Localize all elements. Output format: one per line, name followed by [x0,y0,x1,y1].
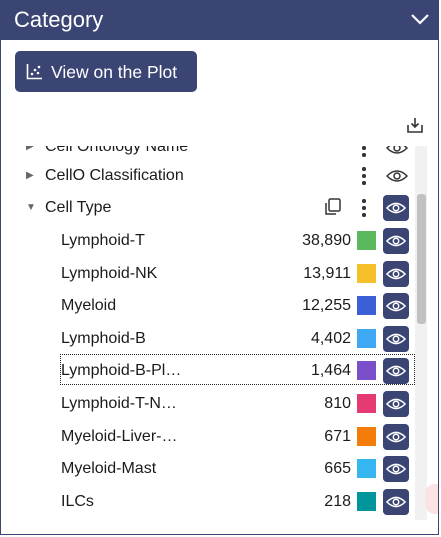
eye-icon [386,463,406,475]
eye-icon [386,366,406,377]
category-item-label: Lymphoid-T-N… [61,395,177,412]
eye-icon [386,398,406,410]
more-options-icon[interactable] [362,146,366,157]
eye-icon [386,268,406,279]
eye-icon[interactable] [386,168,408,184]
tree-group-label: Cell Type [45,199,112,216]
caret-down-icon[interactable]: ▼ [26,202,36,213]
visibility-toggle-button[interactable] [383,358,409,385]
eye-icon [386,496,406,508]
eye-icon [386,431,406,442]
category-item-count: 12,255 [302,297,351,315]
category-item-row[interactable]: Lymphoid-B-Pl… 1,464 [1,355,415,387]
eye-icon[interactable] [386,146,408,156]
tree-group-row[interactable]: ▼ Cell Type [1,192,415,224]
category-panel: Category View on the Plot ▶ Cell Ontolog… [0,0,439,535]
category-item-row[interactable]: Lymphoid-T-N… 810 [1,388,415,420]
visibility-toggle-button[interactable] [383,260,409,287]
category-item-row[interactable]: Lymphoid-T 38,890 [1,225,415,257]
eye-icon [386,235,406,247]
category-item-row[interactable]: Lymphoid-B 4,402 [1,323,415,355]
eye-icon [386,300,406,312]
category-item-label: Myeloid-Liver-… [61,427,178,445]
color-swatch[interactable] [357,426,376,446]
visibility-toggle-button[interactable] [383,423,409,450]
visibility-toggle-button[interactable] [383,488,409,515]
category-item-label: ILCs [61,492,94,510]
download-icon[interactable] [406,116,424,134]
more-options-icon[interactable] [362,199,366,217]
category-item-count: 218 [324,492,351,510]
color-swatch[interactable] [357,231,376,250]
category-item-count: 665 [324,460,351,478]
category-item-count: 671 [324,427,351,445]
category-item-count: 1,464 [310,362,351,380]
scrollbar-thumb[interactable] [417,194,426,324]
color-swatch[interactable] [357,263,376,283]
color-swatch[interactable] [357,296,376,316]
category-item-row[interactable]: ILCs 218 [1,486,415,518]
category-item-count: 38,890 [302,232,351,249]
panel-header[interactable]: Category [1,0,438,40]
category-tree: ▶ Cell Ontology Name ▶ CellO Classificat… [1,146,415,520]
visibility-toggle-button[interactable] [383,195,409,221]
category-item-row[interactable]: Lymphoid-NK 13,911 [1,258,415,290]
tree-group-label: Cell Ontology Name [45,146,189,155]
caret-right-icon[interactable]: ▶ [26,146,34,152]
visibility-toggle-button[interactable] [383,391,409,417]
visibility-toggle-button[interactable] [383,456,409,483]
category-item-label: Lymphoid-B [61,329,146,347]
tree-group-label: CellO Classification [45,167,184,184]
category-item-label: Lymphoid-T [61,232,145,249]
color-swatch[interactable] [357,361,376,381]
category-item-row[interactable]: Myeloid 12,255 [1,290,415,322]
caret-right-icon[interactable]: ▶ [26,170,34,181]
copy-icon[interactable] [323,197,343,217]
category-item-row[interactable]: Myeloid-Liver-… 671 [1,421,415,453]
color-swatch[interactable] [357,459,376,479]
category-item-count: 13,911 [303,264,351,282]
category-item-row[interactable]: Myeloid-Mast 665 [1,453,415,485]
view-on-plot-label: View on the Plot [51,62,178,82]
eye-icon [386,202,406,214]
scatter-plot-icon [26,64,42,80]
category-item-label: Lymphoid-B-Pl… [61,362,182,380]
category-item-label: Myeloid [61,297,117,315]
view-on-plot-button[interactable]: View on the Plot [15,51,197,92]
tree-group-row[interactable]: ▶ CellO Classification [1,160,415,192]
eye-icon [386,333,406,345]
color-swatch[interactable] [357,491,376,511]
category-item-count: 4,402 [310,329,351,347]
chevron-down-icon[interactable] [410,12,430,26]
panel-title: Category [14,7,104,32]
category-item-label: Myeloid-Mast [61,460,157,478]
color-swatch[interactable] [357,394,376,413]
category-item-count: 810 [324,395,351,412]
visibility-toggle-button[interactable] [383,325,409,352]
notification-badge [425,484,438,514]
color-swatch[interactable] [357,328,376,348]
more-options-icon[interactable] [362,167,366,185]
category-item-label: Lymphoid-NK [61,264,158,282]
visibility-toggle-button[interactable] [383,293,409,320]
visibility-toggle-button[interactable] [383,228,409,254]
